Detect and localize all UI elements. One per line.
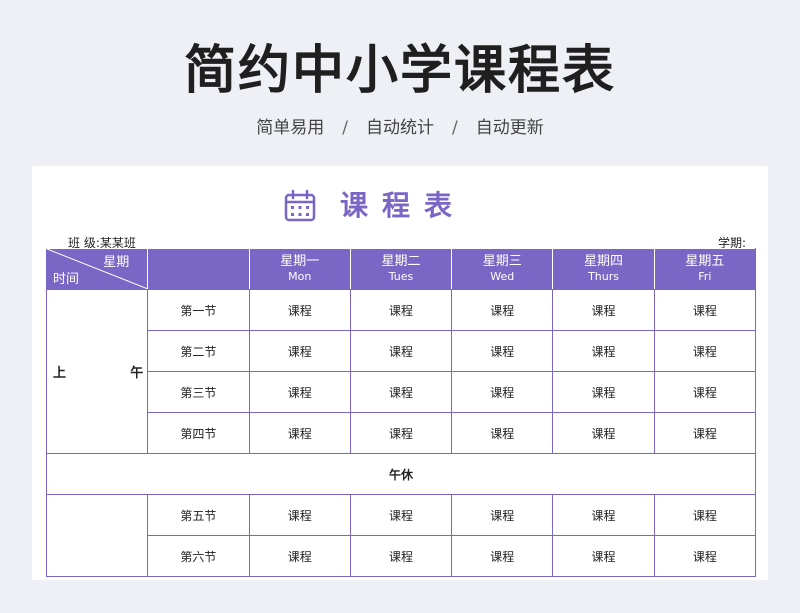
course-cell[interactable]: 课程 — [653, 535, 757, 577]
table-row: 第四节 课程 课程 课程 课程 课程 — [47, 412, 757, 454]
header-day-mon: 星期一 Mon — [248, 248, 351, 290]
course-cell[interactable]: 课程 — [451, 494, 554, 536]
subtitle-bar: 简单易用 / 自动统计 / 自动更新 — [0, 113, 800, 138]
header-diagonal-cell: 星期 时间 — [45, 248, 149, 290]
course-cell[interactable]: 课程 — [349, 289, 453, 331]
morning-label-right: 午 — [130, 366, 144, 381]
sheet-title: 课程表 — [340, 189, 467, 222]
morning-label-left: 上 — [53, 366, 67, 381]
calendar-icon — [284, 189, 316, 222]
course-cell[interactable]: 课程 — [248, 494, 351, 536]
course-cell[interactable]: 课程 — [653, 371, 757, 413]
noon-break-label: 午休 — [46, 453, 756, 495]
course-cell[interactable]: 课程 — [552, 330, 655, 372]
course-cell[interactable]: 课程 — [349, 494, 453, 536]
header-period-cell — [147, 248, 250, 290]
day-en: Mon — [288, 270, 312, 283]
course-cell[interactable]: 课程 — [552, 535, 655, 577]
period-label: 第三节 — [147, 371, 250, 413]
day-en: Wed — [490, 270, 515, 283]
course-cell[interactable]: 课程 — [248, 535, 351, 577]
morning-label-cell: 上午 — [45, 289, 149, 454]
timetable: 星期 时间 星期一 Mon 星期二 Tues 星期三 Wed 星期四 Thurs 星期五… — [45, 248, 757, 577]
day-en: Tues — [388, 270, 414, 283]
header-row: 星期 时间 星期一 Mon 星期二 Tues 星期三 Wed 星期四 Thurs 星期五… — [45, 248, 757, 290]
table-row: 第三节 课程 课程 课程 课程 课程 — [47, 371, 757, 413]
day-cn: 星期四 — [584, 254, 624, 269]
course-cell[interactable]: 课程 — [451, 330, 554, 372]
day-cn: 星期五 — [685, 254, 725, 269]
course-cell[interactable]: 课程 — [349, 330, 453, 372]
day-en: Thurs — [588, 270, 619, 283]
table-row: 第二节 课程 课程 课程 课程 课程 — [47, 330, 757, 372]
course-cell[interactable]: 课程 — [349, 412, 453, 454]
period-label: 第五节 — [147, 494, 250, 536]
course-cell[interactable]: 课程 — [248, 330, 351, 372]
period-label: 第四节 — [147, 412, 250, 454]
header-day-wed: 星期三 Wed — [451, 248, 554, 290]
table-row: 第六节 课程 课程 课程 课程 课程 — [47, 535, 757, 577]
period-label: 第一节 — [147, 289, 250, 331]
time-label: 时间 — [53, 272, 80, 287]
subtitle-item: 自动统计 — [366, 118, 434, 138]
course-cell[interactable]: 课程 — [451, 535, 554, 577]
course-cell[interactable]: 课程 — [451, 289, 554, 331]
afternoon-label-cell — [45, 494, 149, 577]
course-cell[interactable]: 课程 — [248, 412, 351, 454]
course-cell[interactable]: 课程 — [653, 330, 757, 372]
header-day-thu: 星期四 Thurs — [552, 248, 655, 290]
subtitle-item: 自动更新 — [475, 118, 544, 138]
period-label: 第六节 — [147, 535, 250, 577]
subtitle-item: 简单易用 — [256, 118, 325, 138]
day-cn: 星期三 — [482, 254, 522, 269]
header-day-fri: 星期五 Fri — [653, 248, 757, 290]
day-cn: 星期一 — [280, 254, 320, 269]
course-cell[interactable]: 课程 — [552, 289, 655, 331]
period-label: 第二节 — [147, 330, 250, 372]
course-cell[interactable]: 课程 — [451, 371, 554, 413]
subtitle-separator: / — [452, 118, 458, 138]
week-label: 星期 — [103, 255, 130, 270]
timetable-sheet: 课程表 班 级:某某班 学期: 星期 时间 星期一 Mon 星期二 Tues 星期三… — [32, 166, 768, 580]
page-title: 简约中小学课程表 — [183, 41, 616, 101]
course-cell[interactable]: 课程 — [451, 412, 554, 454]
course-cell[interactable]: 课程 — [552, 371, 655, 413]
day-cn: 星期二 — [381, 254, 421, 269]
header-day-tue: 星期二 Tues — [349, 248, 453, 290]
table-row: 上午 第一节 课程 课程 课程 课程 课程 — [45, 289, 757, 454]
noon-break-row: 午休 — [46, 453, 756, 495]
course-cell[interactable]: 课程 — [349, 371, 453, 413]
day-en: Fri — [698, 270, 712, 283]
course-cell[interactable]: 课程 — [653, 289, 757, 331]
course-cell[interactable]: 课程 — [552, 412, 655, 454]
course-cell[interactable]: 课程 — [248, 289, 351, 331]
sheet-header: 课程表 — [32, 180, 768, 224]
course-cell[interactable]: 课程 — [653, 412, 757, 454]
course-cell[interactable]: 课程 — [552, 494, 655, 536]
subtitle-separator: / — [342, 118, 348, 138]
course-cell[interactable]: 课程 — [349, 535, 453, 577]
table-row: 第五节 课程 课程 课程 课程 课程 — [45, 494, 757, 577]
course-cell[interactable]: 课程 — [248, 371, 351, 413]
course-cell[interactable]: 课程 — [653, 494, 757, 536]
